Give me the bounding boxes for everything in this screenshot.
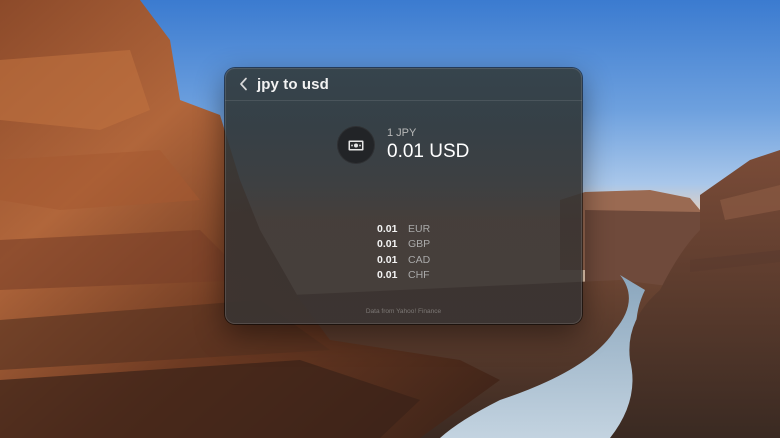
from-amount: 1 JPY xyxy=(387,127,417,139)
data-attribution[interactable]: Data from Yahoo! Finance xyxy=(225,308,582,315)
rate-currency-code: GBP xyxy=(408,238,431,251)
search-query[interactable]: jpy to usd xyxy=(257,76,329,93)
to-amount[interactable]: 0.01 USD xyxy=(387,141,469,163)
rate-value: 0.01 xyxy=(377,253,398,266)
spotlight-panel: jpy to usd 1 JPY 0.01 USD 0.01 EUR 0.01 … xyxy=(225,68,582,324)
rate-row-gbp[interactable]: 0.01 GBP xyxy=(377,237,430,253)
search-bar[interactable]: jpy to usd xyxy=(225,68,582,101)
rate-value: 0.01 xyxy=(377,222,398,235)
rate-row-eur[interactable]: 0.01 EUR xyxy=(377,221,430,237)
back-button[interactable] xyxy=(232,72,256,96)
rate-currency-code: CHF xyxy=(408,269,430,282)
conversion-result: 1 JPY 0.01 USD xyxy=(337,126,469,164)
banknote-icon xyxy=(348,140,364,150)
rate-value: 0.01 xyxy=(377,269,398,282)
rate-row-chf[interactable]: 0.01 CHF xyxy=(377,268,430,284)
chevron-left-icon xyxy=(240,77,247,91)
rate-row-cad[interactable]: 0.01 CAD xyxy=(377,252,430,268)
desktop: jpy to usd 1 JPY 0.01 USD 0.01 EUR 0.01 … xyxy=(0,0,780,438)
currency-badge xyxy=(337,126,375,164)
rate-currency-code: CAD xyxy=(408,253,431,266)
rate-currency-code: EUR xyxy=(408,222,431,235)
other-rates-list: 0.01 EUR 0.01 GBP 0.01 CAD 0.01 CHF xyxy=(377,221,430,283)
rate-value: 0.01 xyxy=(377,238,398,251)
